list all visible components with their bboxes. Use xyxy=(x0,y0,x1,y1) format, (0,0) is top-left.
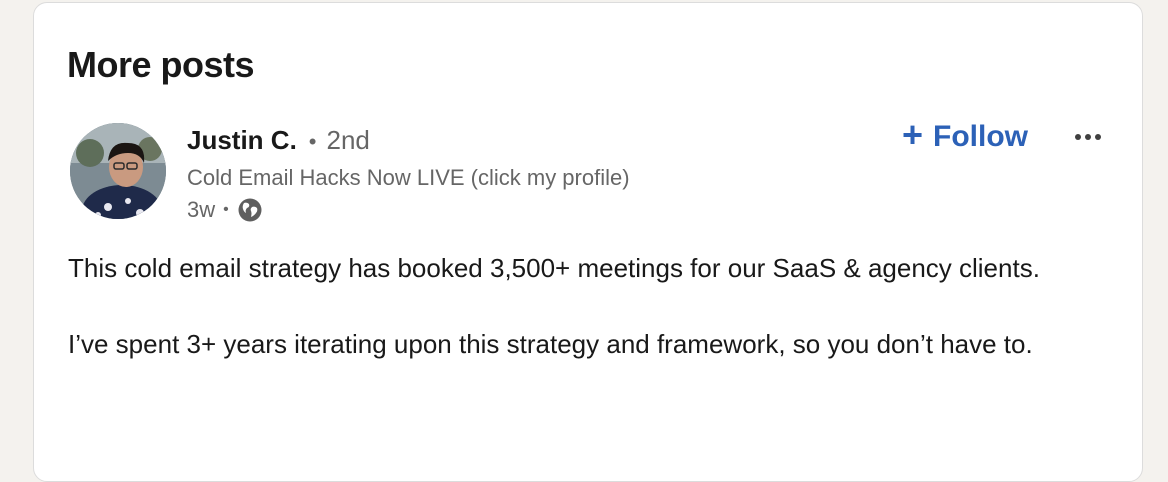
more-posts-card: More posts Justin C. • 2nd Cold Email Ha… xyxy=(33,2,1143,482)
connection-degree: 2nd xyxy=(326,125,370,155)
meta-separator: • xyxy=(223,201,229,218)
ellipsis-icon xyxy=(1075,134,1101,140)
post-text: This cold email strategy has booked 3,50… xyxy=(68,249,1118,363)
author-separator: • xyxy=(308,129,317,154)
post-meta: 3w • xyxy=(187,195,630,225)
plus-icon: + xyxy=(902,114,924,155)
follow-button[interactable]: + Follow xyxy=(890,111,1040,163)
globe-icon xyxy=(237,197,263,223)
more-options-button[interactable] xyxy=(1066,117,1110,157)
follow-label: Follow xyxy=(933,120,1029,153)
author-name[interactable]: Justin C. xyxy=(187,125,297,156)
post-paragraph: This cold email strategy has booked 3,50… xyxy=(68,253,1040,283)
author-row: Justin C. • 2nd xyxy=(187,125,630,161)
post-paragraph: I’ve spent 3+ years iterating upon this … xyxy=(68,329,1033,359)
post-age: 3w xyxy=(187,197,216,222)
author-avatar[interactable] xyxy=(70,123,166,219)
author-info: Justin C. • 2nd Cold Email Hacks Now LIV… xyxy=(187,125,630,225)
author-headline: Cold Email Hacks Now LIVE (click my prof… xyxy=(187,165,630,190)
section-title: More posts xyxy=(67,44,255,85)
avatar-photo xyxy=(70,123,166,219)
